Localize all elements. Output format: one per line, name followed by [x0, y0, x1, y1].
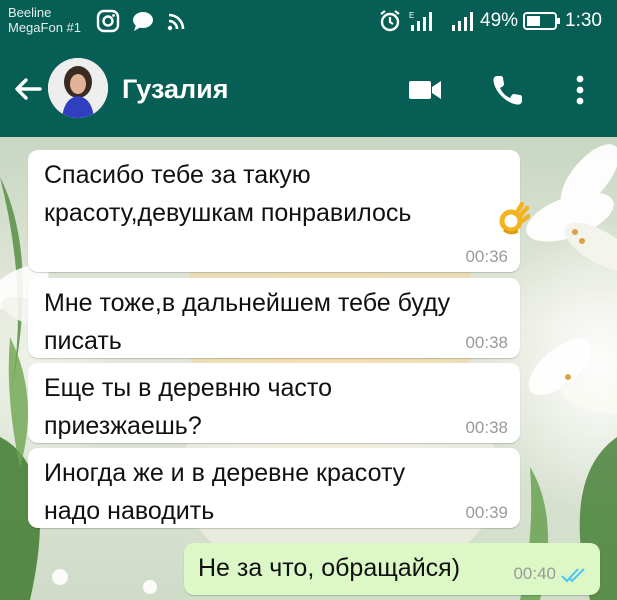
signal-icon — [452, 12, 473, 31]
avatar-image — [48, 58, 108, 118]
message-text: Спасибо тебе за такую красоту,девушкам п… — [44, 161, 412, 227]
message-icon — [133, 12, 153, 31]
more-vert-icon[interactable] — [560, 70, 600, 110]
status-time: 1:30 — [565, 10, 602, 31]
signal-icon: E — [409, 11, 432, 31]
message-time: 00:36 — [465, 247, 508, 266]
message-text: Иногда же и в деревне красоту надо навод… — [44, 459, 406, 525]
video-call-icon[interactable] — [405, 70, 445, 110]
message-bubble-incoming[interactable]: Спасибо тебе за такую красоту,девушкам п… — [28, 150, 530, 272]
avatar[interactable] — [48, 58, 108, 118]
message-bubble-incoming[interactable]: Иногда же и в деревне красоту надо навод… — [28, 448, 520, 528]
message-time: 00:38 — [465, 333, 508, 352]
cast-icon — [167, 13, 185, 31]
battery-percentage: 49% — [480, 10, 519, 31]
carrier-2-label: MegaFon #1 — [8, 20, 81, 35]
chat-header: Гузалия — [0, 42, 617, 137]
message-text: Еще ты в деревню часто приезжаешь? — [44, 374, 332, 440]
contact-name[interactable]: Гузалия — [122, 74, 229, 105]
svg-text:E: E — [409, 11, 414, 20]
status-bar: Beeline MegaFon #1 E 49% 1:30 — [0, 0, 617, 42]
alarm-icon — [380, 10, 400, 32]
message-time: 00:40 — [513, 564, 556, 583]
message-bubble-incoming[interactable]: Еще ты в деревню часто приезжаешь? 00:38 — [28, 363, 520, 443]
phone-icon[interactable] — [488, 70, 528, 110]
message-time: 00:39 — [465, 503, 508, 522]
ok-hand-emoji — [499, 202, 530, 235]
message-bubble-outgoing[interactable]: Не за что, обращайся) 00:40 — [184, 543, 600, 595]
message-bubble-incoming[interactable]: Мне тоже,в дальнейшем тебе буду писать 0… — [28, 278, 520, 358]
carrier-1-label: Beeline — [8, 5, 52, 20]
instagram-icon — [96, 9, 120, 33]
back-arrow-icon[interactable] — [8, 69, 48, 109]
double-check-icon — [561, 568, 585, 583]
chat-screen: Beeline MegaFon #1 E 49% 1:30 Гузалия Сп… — [0, 0, 617, 600]
message-text: Мне тоже,в дальнейшем тебе буду писать — [44, 289, 451, 355]
battery-icon — [523, 12, 560, 30]
message-time: 00:38 — [465, 418, 508, 437]
